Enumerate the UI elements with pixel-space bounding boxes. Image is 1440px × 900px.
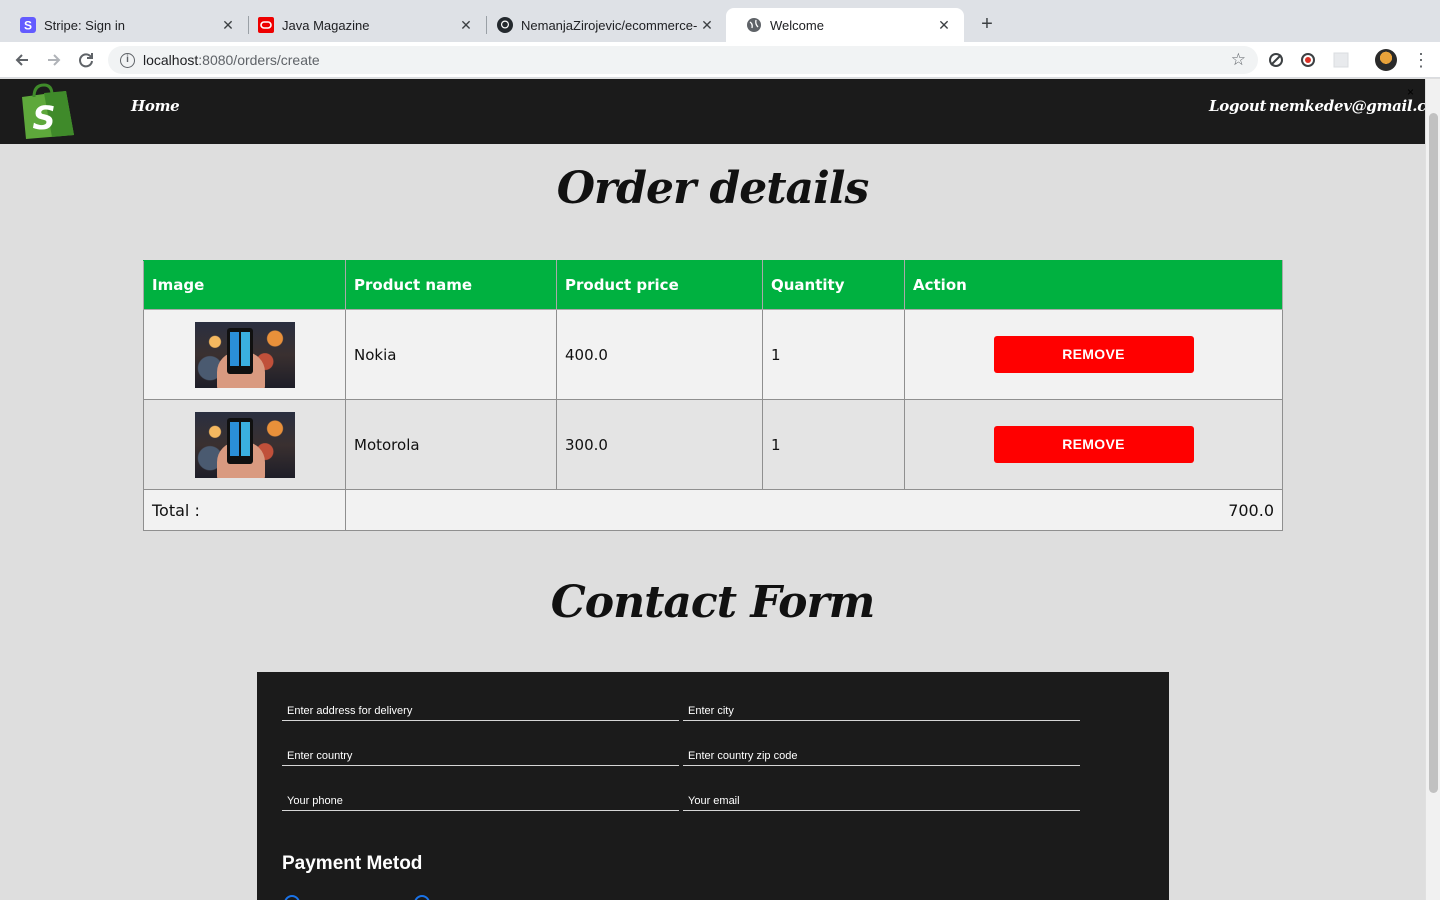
close-icon[interactable]: × <box>1407 85 1414 99</box>
city-input[interactable]: Enter city <box>683 697 1080 721</box>
total-label: Total : <box>143 489 346 531</box>
action-cell: REMOVE <box>904 399 1283 490</box>
total-row: Total : 700.0 <box>143 489 1283 531</box>
product-image <box>194 321 295 388</box>
product-name: Nokia <box>345 309 557 400</box>
forward-icon[interactable] <box>43 49 65 71</box>
tab-title: Java Magazine <box>282 17 370 33</box>
tab-stripe[interactable]: S Stripe: Sign in ✕ <box>0 8 248 42</box>
address-input[interactable]: Enter address for delivery <box>282 697 679 721</box>
nav-logout-link[interactable]: Logout <box>1209 97 1266 115</box>
site-navbar: S Home Logout nemkedev@gmail.com × <box>0 79 1425 144</box>
product-name: Motorola <box>345 399 557 490</box>
order-table: Image Product name Product price Quantit… <box>143 260 1283 531</box>
product-image <box>194 411 295 478</box>
scrollbar-thumb[interactable] <box>1429 113 1438 793</box>
shopify-logo-icon[interactable]: S <box>8 83 76 141</box>
new-tab-icon[interactable]: + <box>976 13 998 35</box>
product-image-cell <box>143 399 346 490</box>
reload-icon[interactable] <box>75 49 97 71</box>
browser-menu-icon[interactable]: ⋮ <box>1412 49 1430 71</box>
profile-avatar[interactable] <box>1375 49 1397 71</box>
tab-title: Welcome <box>770 17 824 33</box>
nav-home-link[interactable]: Home <box>131 97 180 115</box>
action-cell: REMOVE <box>904 309 1283 400</box>
column-header-product-name: Product name <box>345 260 557 310</box>
table-header-row: Image Product name Product price Quantit… <box>143 260 1283 310</box>
browser-tab-bar: S Stripe: Sign in ✕ Java Magazine ✕ Nema… <box>0 0 1440 42</box>
tab-welcome[interactable]: Welcome ✕ <box>726 8 964 42</box>
close-icon[interactable]: ✕ <box>936 17 952 34</box>
url-host: localhost <box>143 52 199 68</box>
column-header-action: Action <box>904 260 1283 310</box>
contact-form-heading: Contact Form <box>550 577 876 628</box>
payment-radio-1[interactable] <box>284 895 300 900</box>
tab-java-magazine[interactable]: Java Magazine ✕ <box>238 8 486 42</box>
url-path: :8080/orders/create <box>198 52 320 68</box>
email-input[interactable]: Your email <box>683 787 1080 811</box>
total-value: 700.0 <box>345 489 1283 531</box>
column-header-quantity: Quantity <box>762 260 905 310</box>
bookmark-star-icon[interactable]: ☆ <box>1231 50 1246 70</box>
table-row: Motorola 300.0 1 REMOVE <box>143 399 1283 490</box>
column-header-image: Image <box>143 260 346 310</box>
country-input[interactable]: Enter country <box>282 742 679 766</box>
product-quantity: 1 <box>762 309 905 400</box>
address-bar[interactable]: i localhost:8080/orders/create ☆ <box>108 46 1258 74</box>
tab-github[interactable]: NemanjaZirojevic/ecommerce- ✕ <box>477 8 727 42</box>
svg-text:S: S <box>32 99 55 137</box>
oracle-icon <box>258 17 274 33</box>
product-price: 300.0 <box>556 399 763 490</box>
zip-code-input[interactable]: Enter country zip code <box>683 742 1080 766</box>
payment-method-title: Payment Metod <box>282 853 423 874</box>
extension-red-icon[interactable] <box>1299 51 1317 69</box>
nav-user-email[interactable]: nemkedev@gmail.com <box>1269 97 1425 115</box>
github-icon <box>497 17 513 33</box>
table-row: Nokia 400.0 1 REMOVE <box>143 309 1283 400</box>
close-icon[interactable]: ✕ <box>458 17 474 34</box>
globe-icon <box>746 17 762 33</box>
info-icon[interactable]: i <box>120 52 135 68</box>
order-details-heading: Order details <box>556 163 870 214</box>
stripe-icon: S <box>20 17 36 33</box>
browser-toolbar: i localhost:8080/orders/create ☆ ⋮ <box>0 42 1440 78</box>
tab-title: NemanjaZirojevic/ecommerce- <box>521 17 698 33</box>
extension-placeholder-icon[interactable] <box>1332 51 1350 69</box>
product-image-cell <box>143 309 346 400</box>
column-header-product-price: Product price <box>556 260 763 310</box>
extension-sync-icon[interactable] <box>1267 51 1285 69</box>
remove-button[interactable]: REMOVE <box>993 336 1194 373</box>
payment-radio-2[interactable] <box>414 895 430 900</box>
phone-input[interactable]: Your phone <box>282 787 679 811</box>
remove-button[interactable]: REMOVE <box>993 426 1194 463</box>
product-price: 400.0 <box>556 309 763 400</box>
svg-text:S: S <box>24 19 32 33</box>
contact-form: Enter address for delivery Enter city En… <box>257 672 1169 900</box>
page-scrollbar[interactable] <box>1425 79 1440 900</box>
tab-title: Stripe: Sign in <box>44 17 125 33</box>
page-content: S Home Logout nemkedev@gmail.com × Order… <box>0 79 1425 900</box>
close-icon[interactable]: ✕ <box>699 17 715 34</box>
back-icon[interactable] <box>11 49 33 71</box>
product-quantity: 1 <box>762 399 905 490</box>
close-icon[interactable]: ✕ <box>220 17 236 34</box>
